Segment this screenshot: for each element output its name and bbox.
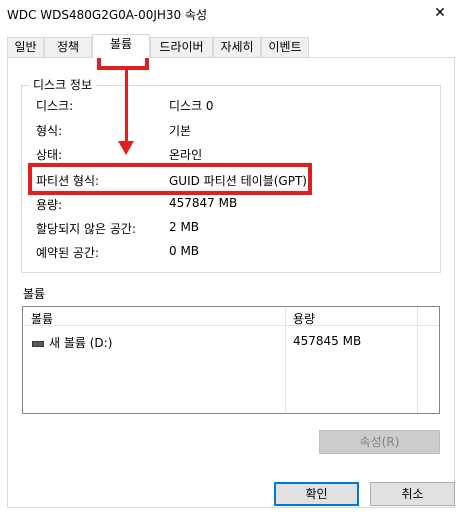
window-title: WDC WDS480G2G0A-00JH30 속성 — [7, 8, 208, 22]
tab-volumes[interactable]: 볼륨 — [92, 34, 150, 58]
reserved-label: 예약된 공간: — [36, 246, 100, 260]
properties-button[interactable]: 속성(R) — [319, 430, 440, 454]
ok-button[interactable]: 확인 — [274, 482, 359, 506]
tab-policy[interactable]: 정책 — [44, 37, 92, 58]
highlight-partition-style — [28, 163, 312, 195]
tab-details[interactable]: 자세히 — [213, 37, 261, 58]
column-header-capacity[interactable]: 용량 — [293, 310, 315, 327]
type-label: 형식: — [36, 124, 63, 138]
column-header-volume[interactable]: 볼륨 — [31, 310, 53, 327]
tab-strip: 일반 정책 볼륨 드라이버 자세히 이벤트 — [0, 34, 462, 58]
volume-capacity: 457845 MB — [293, 334, 362, 348]
status-label: 상태: — [36, 148, 63, 162]
volumes-caption: 볼륨 — [23, 287, 46, 301]
volumes-list[interactable]: 볼륨 용량 새 볼륨 (D:) 457845 MB — [22, 306, 440, 414]
unallocated-value: 2 MB — [169, 220, 200, 234]
unallocated-label: 할당되지 않은 공간: — [36, 222, 136, 236]
close-button[interactable]: ✕ — [418, 0, 462, 28]
tab-driver[interactable]: 드라이버 — [150, 37, 213, 58]
reserved-value: 0 MB — [169, 244, 200, 258]
disk-value: 디스크 0 — [169, 99, 214, 113]
annotation-arrow-shaft — [125, 70, 128, 142]
capacity-value: 457847 MB — [169, 196, 238, 210]
capacity-label: 용량: — [36, 198, 63, 212]
status-value: 온라인 — [169, 148, 203, 162]
cancel-button[interactable]: 취소 — [370, 482, 455, 506]
tab-events[interactable]: 이벤트 — [261, 37, 309, 58]
type-value: 기본 — [169, 124, 192, 138]
drive-icon — [32, 341, 44, 347]
close-icon: ✕ — [434, 5, 446, 21]
column-divider[interactable] — [417, 307, 418, 413]
disk-info-title: 디스크 정보 — [29, 76, 97, 93]
column-divider[interactable] — [285, 307, 286, 413]
volume-name: 새 볼륨 (D:) — [49, 336, 113, 350]
disk-label: 디스크: — [36, 99, 74, 113]
title-bar: WDC WDS480G2G0A-00JH30 속성 ✕ — [0, 0, 462, 28]
annotation-arrow-head — [118, 141, 134, 155]
tab-general[interactable]: 일반 — [7, 37, 44, 58]
list-header: 볼륨 용량 — [23, 307, 439, 326]
